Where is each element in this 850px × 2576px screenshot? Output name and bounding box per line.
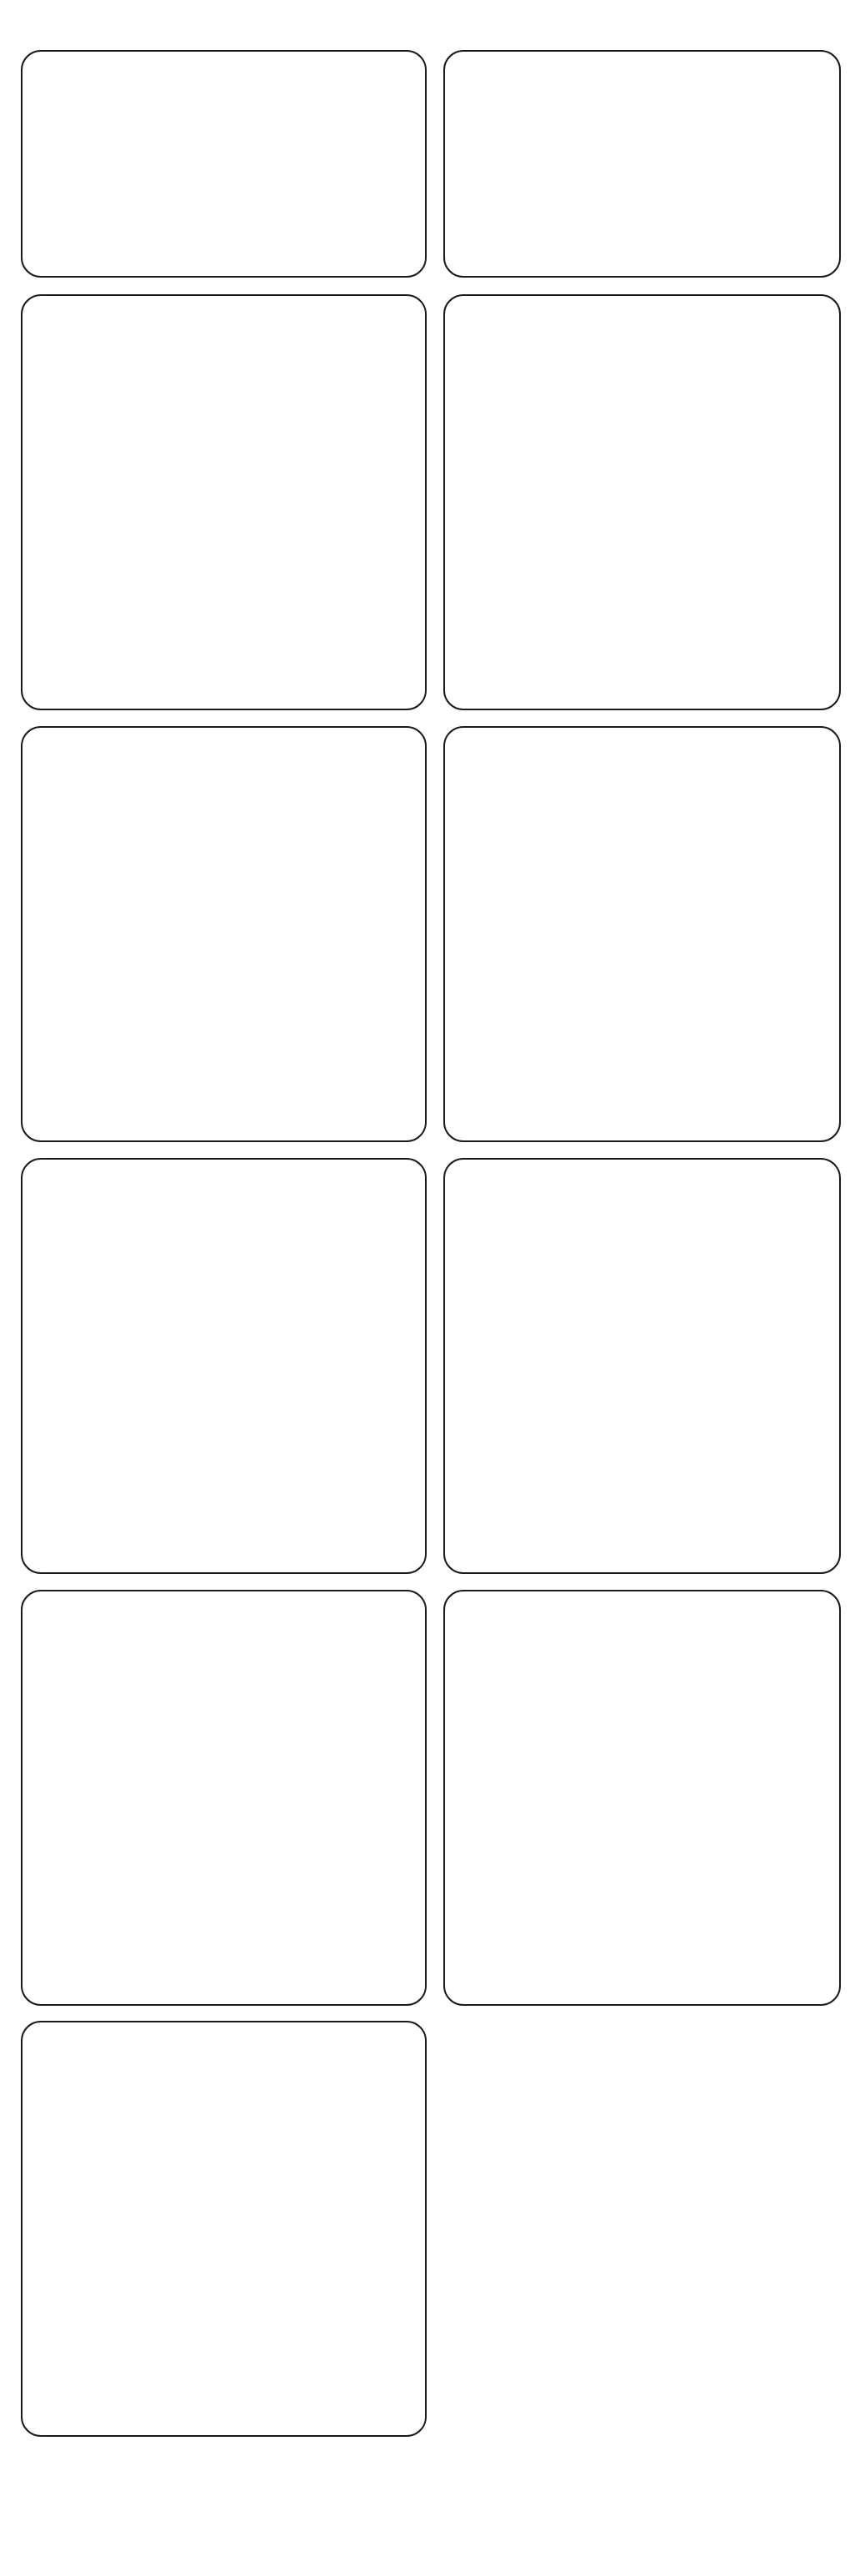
card (443, 726, 841, 1142)
card (21, 1158, 427, 1574)
card (443, 1590, 841, 2006)
card-grid (0, 0, 850, 2576)
card (443, 50, 841, 278)
card (443, 294, 841, 710)
card (21, 1590, 427, 2006)
card (21, 50, 427, 278)
card (21, 2021, 427, 2437)
card (443, 1158, 841, 1574)
card (21, 726, 427, 1142)
card (21, 294, 427, 710)
